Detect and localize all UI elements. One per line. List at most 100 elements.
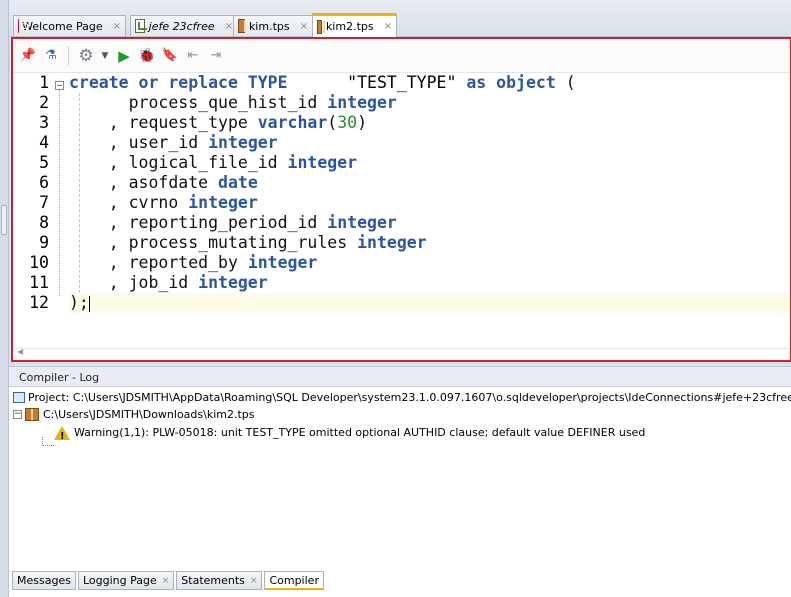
tab-label: Messages xyxy=(17,574,71,587)
line-number: 3 xyxy=(39,113,49,132)
settings-gears-icon[interactable]: ⚙ xyxy=(77,46,95,66)
code-editor-panel: 📌 ⚗ ⚙ ▼ ▶ 🐞 🔖 ⇤ ⇥ 1 2 3 4 5 6 7 8 9 10 1… xyxy=(11,37,791,362)
warning-message: Warning(1,1): PLW-05018: unit TEST_TYPE … xyxy=(74,426,646,439)
project-path: Project: C:\Users\JDSMITH\AppData\Roamin… xyxy=(28,391,791,404)
line-number: 10 xyxy=(29,253,49,272)
code-token: process_que_hist_id xyxy=(69,93,328,112)
line-number: 4 xyxy=(39,133,49,152)
log-panel-title: Compiler - Log xyxy=(9,367,791,387)
close-icon[interactable]: × xyxy=(250,576,258,586)
warning-icon xyxy=(54,425,70,445)
line-number: 7 xyxy=(39,193,49,212)
close-icon[interactable]: × xyxy=(384,21,392,32)
tab-label: kim.tps xyxy=(248,19,290,33)
debug-icon[interactable]: 🐞 xyxy=(138,47,156,65)
code-line: , asofdate date xyxy=(69,173,789,193)
code-token: , reporting_period_id xyxy=(69,213,328,232)
code-line: , logical_file_id integer xyxy=(69,153,789,173)
run-icon[interactable]: ▶ xyxy=(115,47,133,65)
project-icon xyxy=(13,392,25,403)
scroll-left-icon[interactable]: ◀ xyxy=(17,347,23,356)
collapse-icon[interactable]: − xyxy=(13,410,22,419)
close-icon[interactable]: × xyxy=(225,21,233,32)
tab-label: kim2.tps xyxy=(325,20,374,33)
code-token: , logical_file_id xyxy=(69,153,288,172)
code-token: , asofdate xyxy=(69,173,219,192)
sql-worksheet-icon xyxy=(135,19,147,33)
tab-label: Logging Page xyxy=(82,574,157,587)
code-line-current: ); xyxy=(69,293,789,313)
dock-handle[interactable] xyxy=(1,205,7,235)
horizontal-scrollbar[interactable]: ◀ xyxy=(15,347,790,356)
tree-node-warning[interactable]: Warning(1,1): PLW-05018: unit TEST_TYPE … xyxy=(54,424,646,445)
tab-statements[interactable]: Statements × xyxy=(176,571,263,590)
code-token: integer xyxy=(287,153,358,172)
editor-tab-bar: Welcome Page × jefe 23cfree × kim.tps × … xyxy=(9,0,791,37)
bookmark-icon[interactable]: 🔖 xyxy=(161,47,179,65)
tab-compiler[interactable]: Compiler xyxy=(264,571,324,590)
code-area[interactable]: 1 2 3 4 5 6 7 8 9 10 11 12 − create or r… xyxy=(13,73,790,350)
line-number: 11 xyxy=(29,273,49,292)
close-icon[interactable]: × xyxy=(162,576,170,586)
tab-jefe-23cfree[interactable]: jefe 23cfree × xyxy=(130,15,238,36)
code-line: , job_id integer xyxy=(69,273,789,293)
text-cursor xyxy=(88,295,90,312)
toolbar-divider xyxy=(68,46,69,65)
tree-connector xyxy=(42,445,54,446)
code-line: , cvrno integer xyxy=(69,193,789,213)
line-number: 9 xyxy=(39,233,49,252)
code-token: integer xyxy=(198,273,268,292)
code-token: , reported_by xyxy=(69,253,248,272)
fold-toggle-icon[interactable]: − xyxy=(55,81,64,90)
code-line: , reporting_period_id integer xyxy=(69,213,789,233)
line-number: 6 xyxy=(39,173,49,192)
code-token: integer xyxy=(327,93,397,112)
fold-guide xyxy=(59,90,60,296)
code-token: create or replace TYPE xyxy=(69,73,288,92)
line-number: 1 xyxy=(39,73,49,92)
editor-toolbar: 📌 ⚗ ⚙ ▼ ▶ 🐞 🔖 ⇤ ⇥ xyxy=(13,39,790,73)
code-token: , user_id xyxy=(69,133,209,152)
close-icon[interactable]: × xyxy=(300,21,308,32)
tab-label: Welcome Page xyxy=(22,19,103,33)
close-icon[interactable]: × xyxy=(113,21,121,32)
line-number: 12 xyxy=(29,293,49,312)
code-token: integer xyxy=(327,213,397,232)
code-token: integer xyxy=(188,193,258,212)
code-line: create or replace TYPE "TEST_TYPE" as ob… xyxy=(69,73,789,93)
code-line: , request_type varchar(30) xyxy=(69,113,789,133)
code-token: ); xyxy=(69,293,89,312)
compile-icon[interactable]: ⚗ xyxy=(42,47,60,65)
code-line: , process_mutating_rules integer xyxy=(69,233,789,253)
tree-node-project[interactable]: Project: C:\Users\JDSMITH\AppData\Roamin… xyxy=(13,389,791,406)
code-lines: create or replace TYPE "TEST_TYPE" as ob… xyxy=(69,73,789,313)
pin-icon[interactable]: 📌 xyxy=(19,47,37,65)
tab-messages[interactable]: Messages xyxy=(12,571,76,590)
tab-logging-page[interactable]: Logging Page × xyxy=(77,571,175,590)
line-number: 5 xyxy=(39,153,49,172)
tab-label: jefe 23cfree xyxy=(148,19,215,33)
bottom-tab-bar: Messages Logging Page × Statements × Com… xyxy=(12,571,326,592)
code-line: process_que_hist_id integer xyxy=(69,93,789,113)
code-line: , reported_by integer xyxy=(69,253,789,273)
tab-label: Compiler xyxy=(269,573,319,587)
package-icon xyxy=(238,19,246,33)
code-token: ( xyxy=(327,113,338,132)
tree-node-file[interactable]: − C:\Users\JDSMITH\Downloads\kim2.tps xyxy=(13,406,255,423)
package-icon xyxy=(317,19,325,34)
code-token: ( xyxy=(555,73,576,92)
code-token: as object xyxy=(466,73,556,92)
tab-kim2-tps[interactable]: kim2.tps × xyxy=(312,13,397,37)
tab-kim-tps[interactable]: kim.tps × xyxy=(233,15,313,36)
tab-welcome-page[interactable]: Welcome Page × xyxy=(13,15,126,36)
file-path: C:\Users\JDSMITH\Downloads\kim2.tps xyxy=(43,408,255,421)
dropdown-icon[interactable]: ▼ xyxy=(100,47,110,65)
code-token: , job_id xyxy=(69,273,199,292)
left-dock-strip xyxy=(0,0,9,597)
line-number-gutter: 1 2 3 4 5 6 7 8 9 10 11 12 xyxy=(13,73,49,313)
code-token: , cvrno xyxy=(69,193,189,212)
navigate-forward-icon[interactable]: ⇥ xyxy=(207,47,225,65)
navigate-back-icon[interactable]: ⇤ xyxy=(184,47,202,65)
code-token: date xyxy=(218,173,258,192)
code-line: , user_id integer xyxy=(69,133,789,153)
